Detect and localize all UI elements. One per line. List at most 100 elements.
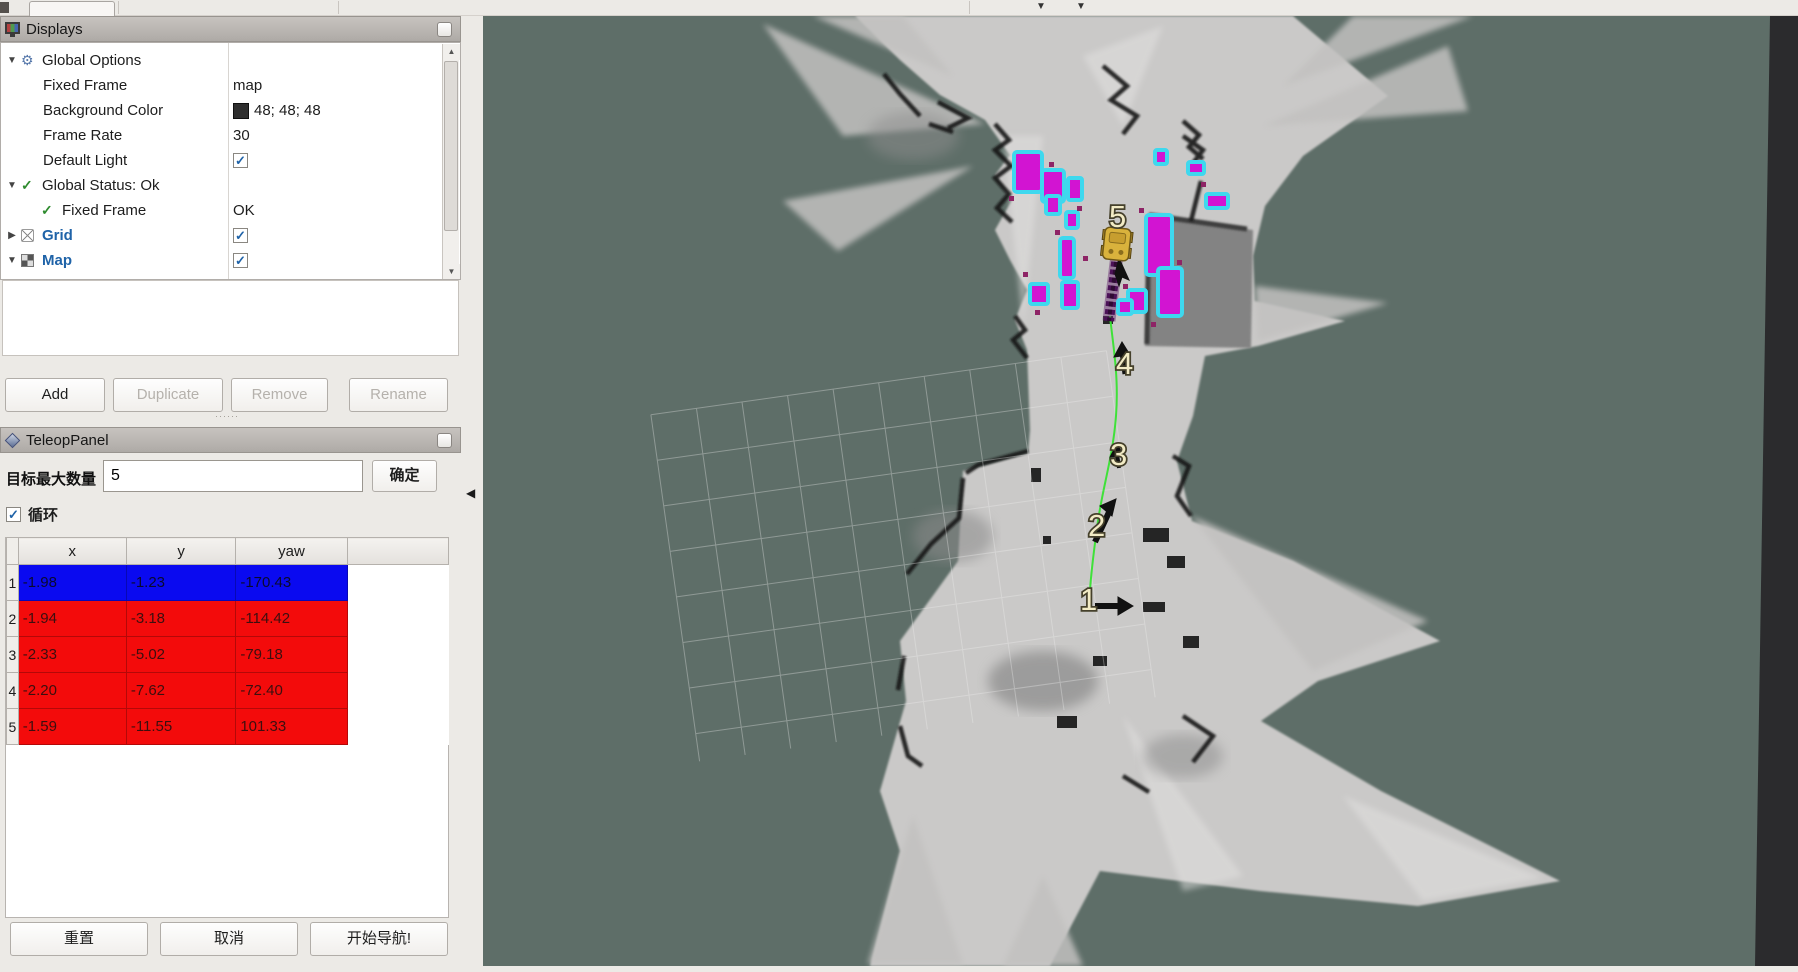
tree-scrollbar[interactable]: ▲ ▼ — [442, 44, 459, 280]
cell-x[interactable]: -1.59 — [18, 709, 126, 745]
cell-y[interactable]: -5.02 — [126, 637, 236, 673]
row-number: 2 — [7, 601, 19, 637]
panel-collapse-icon[interactable]: ◀ — [466, 486, 475, 500]
remove-button[interactable]: Remove — [231, 378, 328, 412]
add-button[interactable]: Add — [5, 378, 105, 412]
displays-panel-header[interactable]: Displays — [0, 16, 461, 42]
tree-row-label: Global Options — [42, 52, 141, 69]
cell-y[interactable]: -1.23 — [126, 565, 236, 601]
grid-display-icon — [21, 229, 34, 242]
window-bottom-strip — [0, 966, 1798, 972]
table-row[interactable]: 1 -1.98 -1.23 -170.43 — [7, 565, 449, 601]
cell-x[interactable]: -1.94 — [18, 601, 126, 637]
row-number: 5 — [7, 709, 19, 745]
max-goals-label: 目标最大数量 — [6, 468, 96, 489]
map-display-icon — [21, 254, 34, 267]
tree-row-map[interactable]: ▼ Map ✓ — [1, 248, 460, 273]
displays-description-area — [2, 280, 459, 356]
scroll-up-icon[interactable]: ▲ — [443, 44, 460, 60]
reset-button[interactable]: 重置 — [10, 922, 148, 956]
table-row[interactable]: 4 -2.20 -7.62 -72.40 — [7, 673, 449, 709]
expander-closed-icon[interactable]: ▶ — [6, 230, 18, 241]
tree-row-background-color[interactable]: Background Color 48; 48; 48 — [1, 98, 460, 123]
fixed-frame-value[interactable]: map — [233, 77, 262, 94]
cell-y[interactable]: -7.62 — [126, 673, 236, 709]
row-number: 4 — [7, 673, 19, 709]
cell-yaw[interactable]: -79.18 — [236, 637, 347, 673]
cell-x[interactable]: -1.98 — [18, 565, 126, 601]
tree-row-default-light[interactable]: Default Light ✓ — [1, 148, 460, 173]
row-number: 3 — [7, 637, 19, 673]
table-row[interactable]: 3 -2.33 -5.02 -79.18 — [7, 637, 449, 673]
duplicate-button[interactable]: Duplicate — [113, 378, 223, 412]
panel-float-button[interactable] — [437, 433, 452, 448]
table-row[interactable]: 2 -1.94 -3.18 -114.42 — [7, 601, 449, 637]
expander-open-icon[interactable]: ▼ — [6, 255, 18, 266]
start-navigation-button[interactable]: 开始导航! — [310, 922, 448, 956]
loop-checkbox-label: 循环 — [28, 504, 58, 525]
dropdown-arrow-icon[interactable]: ▼ — [1076, 0, 1086, 14]
tree-row-global-status[interactable]: ▼ ✓ Global Status: Ok — [1, 173, 460, 198]
tree-row-label: Frame Rate — [43, 127, 122, 144]
color-value-text: 48; 48; 48 — [254, 102, 321, 119]
cancel-button[interactable]: 取消 — [160, 922, 298, 956]
teleop-panel-icon — [5, 432, 21, 448]
panel-splitter-handle[interactable]: ······ — [215, 415, 245, 419]
tree-row-label: Global Status: Ok — [42, 177, 160, 194]
tree-row-label: Map — [42, 252, 72, 269]
rviz-window: { "window": { "title": "RViz" }, "icons"… — [0, 0, 1798, 972]
tree-row-fixed-frame-status[interactable]: ✓ Fixed Frame OK — [1, 198, 460, 223]
tree-row-map-status-partial[interactable]: ▶ ✓ Status: Ok — [1, 273, 460, 280]
robot-trail — [1109, 254, 1117, 321]
teleop-panel-header[interactable]: TeleopPanel — [0, 427, 461, 453]
cell-y[interactable]: -11.55 — [126, 709, 236, 745]
tree-row-fixed-frame[interactable]: Fixed Frame map — [1, 73, 460, 98]
loop-checkbox[interactable]: ✓ — [6, 507, 21, 522]
cell-yaw[interactable]: -170.43 — [236, 565, 347, 601]
map-3d-viewport[interactable]: 1 2 3 4 5 — [483, 16, 1798, 966]
scroll-down-icon[interactable]: ▼ — [443, 264, 460, 280]
column-header-yaw[interactable]: yaw — [236, 538, 347, 565]
expander-open-icon[interactable]: ▼ — [6, 55, 18, 66]
grid-enabled-checkbox[interactable]: ✓ — [233, 228, 248, 243]
cell-yaw[interactable]: 101.33 — [236, 709, 347, 745]
dropdown-arrow-icon[interactable]: ▼ — [1036, 0, 1046, 14]
tree-row-label: Background Color — [43, 102, 163, 119]
default-light-checkbox[interactable]: ✓ — [233, 153, 248, 168]
gear-icon: ⚙ — [21, 52, 38, 69]
rename-button[interactable]: Rename — [349, 378, 448, 412]
waypoint-table: x y yaw 1 -1.98 -1.23 -170.43 2 -1.94 -3… — [6, 537, 449, 745]
expander-open-icon[interactable]: ▼ — [6, 180, 18, 191]
confirm-button[interactable]: 确定 — [372, 460, 437, 492]
max-goals-input[interactable] — [103, 460, 363, 492]
tree-row-label: Grid — [42, 227, 73, 244]
panel-float-button[interactable] — [437, 22, 452, 37]
teleop-panel-title: TeleopPanel — [26, 432, 109, 449]
background-color-value[interactable]: 48; 48; 48 — [233, 102, 321, 119]
cell-y[interactable]: -3.18 — [126, 601, 236, 637]
cell-yaw[interactable]: -72.40 — [236, 673, 347, 709]
table-row[interactable]: 5 -1.59 -11.55 101.33 — [7, 709, 449, 745]
tree-row-global-options[interactable]: ▼ ⚙ Global Options — [1, 48, 460, 73]
map-enabled-checkbox[interactable]: ✓ — [233, 253, 248, 268]
column-header-x[interactable]: x — [18, 538, 126, 565]
displays-tree: ▼ ⚙ Global Options Fixed Frame map Backg… — [0, 42, 461, 280]
tree-row-grid[interactable]: ▶ Grid ✓ — [1, 223, 460, 248]
waypoint-label: 3 — [1110, 437, 1127, 472]
column-header-y[interactable]: y — [126, 538, 236, 565]
waypoint-label: 1 — [1080, 582, 1097, 617]
waypoint-label: 4 — [1116, 346, 1133, 381]
fixed-frame-status-value: OK — [233, 202, 255, 219]
displays-icon — [5, 22, 20, 34]
app-icon — [0, 2, 9, 13]
tree-row-frame-rate[interactable]: Frame Rate 30 — [1, 123, 460, 148]
color-swatch — [233, 103, 249, 119]
scrollbar-thumb[interactable] — [444, 61, 458, 231]
toolbar-tab[interactable] — [29, 1, 115, 16]
displays-panel-title: Displays — [26, 21, 83, 38]
occupancy-grid-map: 1 2 3 4 5 — [483, 16, 1798, 966]
cell-x[interactable]: -2.33 — [18, 637, 126, 673]
frame-rate-value[interactable]: 30 — [233, 127, 250, 144]
cell-x[interactable]: -2.20 — [18, 673, 126, 709]
cell-yaw[interactable]: -114.42 — [236, 601, 347, 637]
